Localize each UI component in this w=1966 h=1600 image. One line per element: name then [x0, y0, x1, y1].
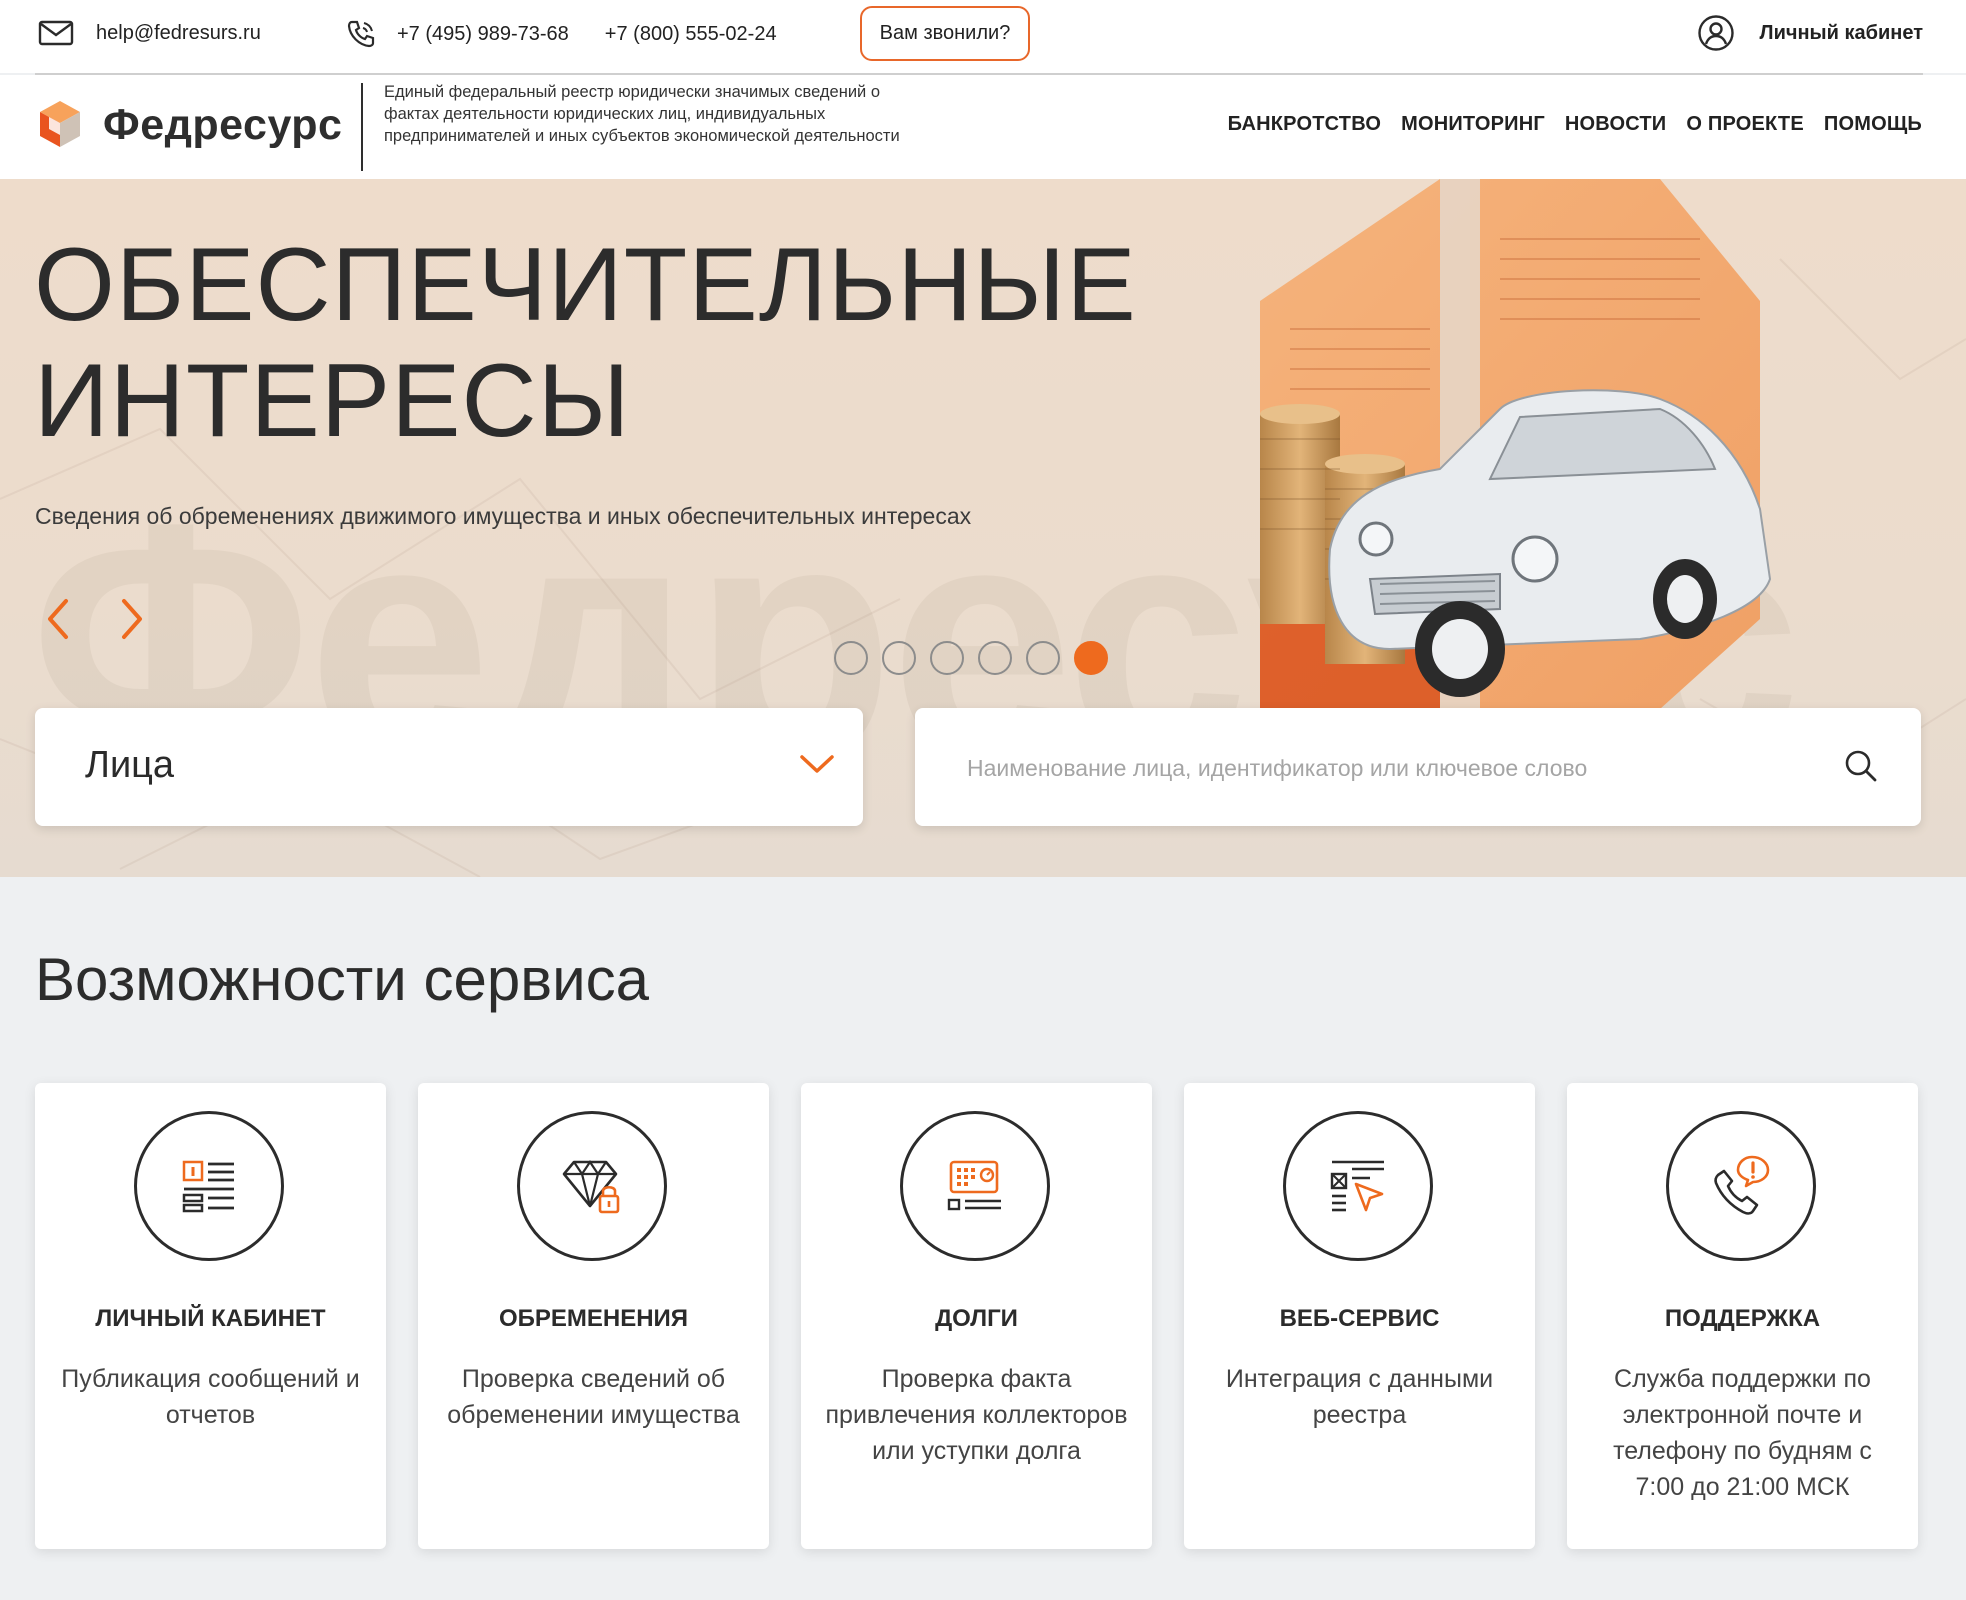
cabinet-label: Личный кабинет: [1759, 21, 1923, 44]
feature-card-text: Интеграция с данными реестра: [1225, 1365, 1494, 1429]
feature-card-encumbrances[interactable]: ОБРЕМЕНЕНИЯ Проверка сведений об обремен…: [418, 1083, 769, 1549]
feature-icon-circle: [134, 1111, 284, 1261]
feature-card-text: Проверка сведений об обременении имущест…: [447, 1365, 740, 1429]
diamond-lock-icon: [562, 1160, 620, 1214]
email-text: help@fedresurs.ru: [96, 21, 261, 44]
user-icon: [1697, 15, 1734, 51]
slide-dot-6-active[interactable]: [1074, 641, 1108, 675]
call-check-button[interactable]: Вам звонили?: [860, 6, 1030, 61]
nav-help[interactable]: ПОМОЩЬ: [1824, 113, 1922, 136]
logo-text[interactable]: Федресурс: [103, 101, 342, 150]
email-link[interactable]: help@fedresurs.ru: [38, 18, 261, 48]
main-nav: БАНКРОТСТВО МОНИТОРИНГ НОВОСТИ О ПРОЕКТЕ…: [1228, 113, 1922, 136]
top-bar: help@fedresurs.ru +7 (495) 989-73-68 +7 …: [0, 0, 1966, 75]
hero-title-line-1: ОБЕСПЕЧИТЕЛЬНЫЕ: [34, 227, 1137, 343]
feature-card-title: ПОДДЕРЖКА: [1664, 1305, 1821, 1332]
feature-card-title: ДОЛГИ: [935, 1305, 1018, 1332]
slide-dot-5[interactable]: [1026, 641, 1060, 675]
hero-title-line-2: ИНТЕРЕСЫ: [34, 343, 631, 459]
feature-card-title: ОБРЕМЕНЕНИЯ: [498, 1305, 689, 1332]
feature-card-text: Проверка факта привлечения коллекторов и…: [825, 1365, 1128, 1465]
nav-bankruptcy[interactable]: БАНКРОТСТВО: [1228, 113, 1381, 136]
slider-dots: [834, 641, 1108, 675]
web-form-cursor-icon: [1330, 1160, 1384, 1212]
logo-divider: [361, 83, 363, 171]
slide-dot-2[interactable]: [882, 641, 916, 675]
mail-icon: [38, 20, 74, 46]
slide-dot-4[interactable]: [978, 641, 1012, 675]
phone-icon: [347, 20, 375, 48]
phone-block: +7 (495) 989-73-68 +7 (800) 555-02-24: [345, 18, 777, 50]
nav-monitoring[interactable]: МОНИТОРИНГ: [1401, 113, 1545, 136]
prev-slide-arrow-icon[interactable]: [38, 595, 78, 643]
features-title: Возможности сервиса: [35, 946, 649, 1013]
search-input[interactable]: [965, 744, 1819, 792]
feature-card-debts[interactable]: ДОЛГИ Проверка факта привлечения коллект…: [801, 1083, 1152, 1549]
phone-2[interactable]: +7 (800) 555-02-24: [605, 23, 777, 46]
hero-title: ОБЕСПЕЧИТЕЛЬНЫЕ ИНТЕРЕСЫ: [34, 227, 1137, 459]
search-type-select[interactable]: Лица: [35, 708, 863, 826]
safe-icon: [947, 1160, 1001, 1211]
hero-banner: Федресурс ОБЕСПЕЧИТЕЛЬНЫЕ ИНТЕРЕСЫ Сведе…: [0, 179, 1966, 877]
feature-card-cabinet[interactable]: ЛИЧНЫЙ КАБИНЕТ Публикация сообщений и от…: [35, 1083, 386, 1549]
feature-icon-circle: [1283, 1111, 1433, 1261]
site-header: Федресурс Единый федеральный реестр юрид…: [0, 75, 1966, 179]
car-coins-illustration: [1260, 179, 1772, 709]
fedresurs-logo-icon[interactable]: [35, 99, 85, 149]
feature-card-text: Служба поддержки по электронной почте и …: [1613, 1365, 1872, 1501]
document-list-icon: [182, 1160, 234, 1213]
phone-alert-icon: [1714, 1155, 1770, 1215]
feature-card-text: Публикация сообщений и отчетов: [61, 1365, 360, 1429]
slide-dot-3[interactable]: [930, 641, 964, 675]
next-slide-arrow-icon[interactable]: [112, 595, 152, 643]
feature-card-title: ЛИЧНЫЙ КАБИНЕТ: [95, 1305, 326, 1332]
chevron-down-icon: [800, 755, 834, 773]
nav-news[interactable]: НОВОСТИ: [1565, 113, 1666, 136]
nav-about[interactable]: О ПРОЕКТЕ: [1686, 113, 1804, 136]
cabinet-link[interactable]: Личный кабинет: [1697, 14, 1923, 52]
features-cards: ЛИЧНЫЙ КАБИНЕТ Публикация сообщений и от…: [35, 1083, 1918, 1549]
search-icon[interactable]: [1843, 748, 1879, 784]
slide-dot-1[interactable]: [834, 641, 868, 675]
feature-icon-circle: [1666, 1111, 1816, 1261]
feature-card-support[interactable]: ПОДДЕРЖКА Служба поддержки по электронно…: [1567, 1083, 1918, 1549]
feature-icon-circle: [517, 1111, 667, 1261]
search-bar: [915, 708, 1921, 826]
select-value: Лица: [85, 744, 175, 786]
feature-icon-circle: [900, 1111, 1050, 1261]
site-tagline: Единый федеральный реестр юридически зна…: [384, 83, 900, 145]
feature-card-webservice[interactable]: ВЕБ-СЕРВИС Интеграция с данными реестра: [1184, 1083, 1535, 1549]
hero-subtitle: Сведения об обременениях движимого имуще…: [35, 503, 972, 529]
phone-1[interactable]: +7 (495) 989-73-68: [397, 23, 569, 46]
feature-card-title: ВЕБ-СЕРВИС: [1279, 1305, 1440, 1332]
